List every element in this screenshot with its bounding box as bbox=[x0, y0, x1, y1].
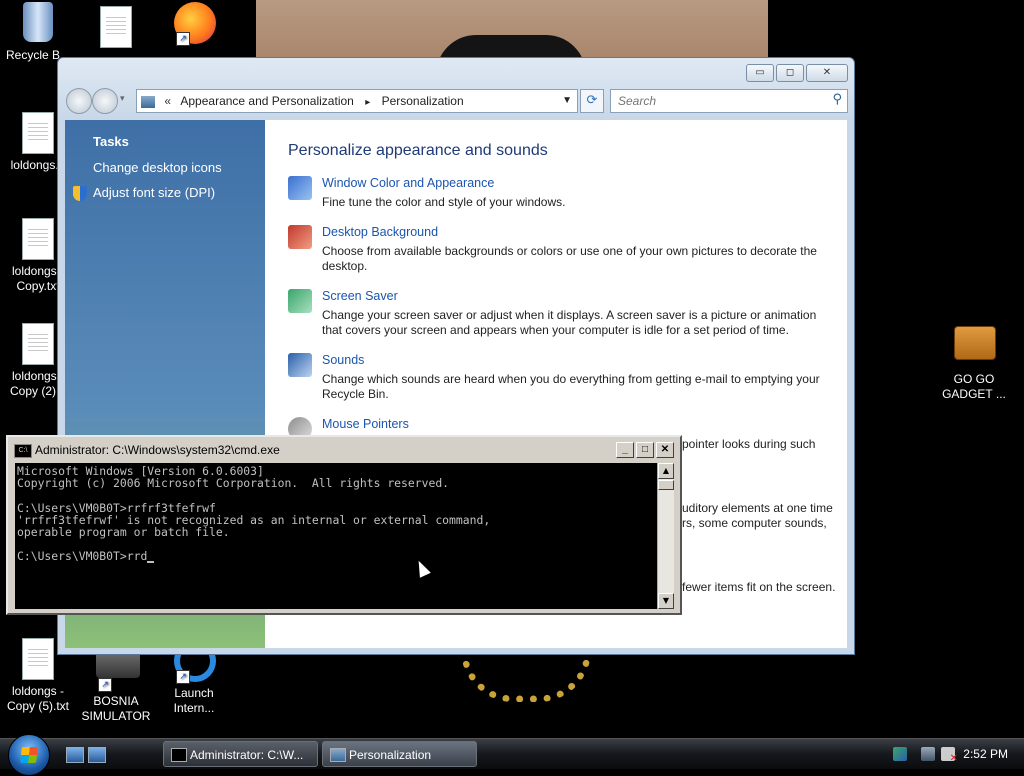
show-desktop-icon[interactable] bbox=[66, 747, 84, 763]
taskbar-button-cmd[interactable]: Administrator: C:\W... bbox=[163, 741, 318, 767]
item-description: Fine tune the color and style of your wi… bbox=[322, 195, 566, 209]
cmd-title: Administrator: C:\Windows\system32\cmd.e… bbox=[35, 443, 280, 457]
clock[interactable]: 2:52 PM bbox=[963, 739, 1008, 769]
hidden-description-partial: rs, some computer sounds, bbox=[682, 516, 827, 530]
item-link[interactable]: Sounds bbox=[322, 353, 364, 367]
control-panel-icon bbox=[330, 748, 346, 762]
page-title: Personalize appearance and sounds bbox=[288, 142, 548, 159]
cmd-console[interactable]: Microsoft Windows [Version 6.0.6003] Copy… bbox=[15, 463, 657, 609]
item-description: Change your screen saver or adjust when … bbox=[322, 308, 817, 337]
forward-button[interactable] bbox=[92, 88, 118, 114]
text-file-icon bbox=[22, 323, 54, 365]
console-line: Copyright (c) 2006 Microsoft Corporation… bbox=[17, 476, 450, 491]
hidden-description-partial: uditory elements at one time bbox=[682, 501, 833, 515]
cmd-scrollbar[interactable]: ▲ ▼ bbox=[657, 463, 674, 609]
cmd-titlebar[interactable]: C:\ Administrator: C:\Windows\system32\cm… bbox=[10, 439, 678, 461]
minimize-button[interactable]: ▭ bbox=[746, 64, 774, 82]
hidden-description-partial: fewer items fit on the screen. bbox=[682, 580, 836, 594]
console-line: C:\Users\VM0B0T>rrd bbox=[17, 549, 148, 564]
back-button[interactable] bbox=[66, 88, 92, 114]
start-button[interactable] bbox=[8, 734, 50, 776]
cmd-close-button[interactable]: ✕ bbox=[656, 442, 674, 458]
desktop-icon-label: BOSNIA SIMULATOR bbox=[81, 694, 151, 723]
text-file-icon bbox=[22, 218, 54, 260]
console-line: operable program or batch file. bbox=[17, 525, 230, 539]
search-icon[interactable]: ⚲ bbox=[832, 92, 842, 107]
cmd-icon bbox=[171, 748, 187, 762]
mouse-pointers-description-partial: pointer looks during such bbox=[682, 437, 816, 451]
text-file-icon bbox=[22, 638, 54, 680]
search-box[interactable]: ⚲ bbox=[610, 89, 848, 113]
item-description: Choose from available backgrounds or col… bbox=[322, 244, 817, 273]
windows-update-icon[interactable] bbox=[893, 747, 907, 761]
text-file-icon bbox=[100, 6, 132, 48]
desktop-icon-text-file[interactable] bbox=[78, 6, 154, 52]
shortcut-arrow-icon: ↗ bbox=[176, 670, 190, 684]
cmd-window-controls: _ □ ✕ bbox=[616, 442, 674, 458]
cmd-icon: C:\ bbox=[14, 443, 32, 458]
desktop-icon-label: Launch Intern... bbox=[173, 686, 215, 715]
recycle-bin-icon bbox=[23, 2, 53, 42]
item-link[interactable]: Window Color and Appearance bbox=[322, 176, 494, 190]
wallpaper-gold-chain bbox=[461, 650, 591, 702]
briefcase-icon bbox=[954, 326, 996, 360]
cmd-window[interactable]: C:\ Administrator: C:\Windows\system32\cm… bbox=[6, 435, 682, 615]
refresh-icon: ⟳ bbox=[586, 93, 598, 108]
sounds-icon bbox=[288, 353, 312, 377]
desktop-icon-label: loldongs - Copy (5).txt bbox=[6, 684, 69, 713]
item-link[interactable]: Mouse Pointers bbox=[322, 417, 409, 431]
desktop-icon-label: GO GO GADGET ... bbox=[942, 372, 1006, 401]
address-bar[interactable]: « Appearance and Personalization ▸ Perso… bbox=[136, 89, 578, 113]
window-color-icon bbox=[288, 176, 312, 200]
task-adjust-font-size[interactable]: Adjust font size (DPI) bbox=[93, 185, 215, 200]
item-link[interactable]: Desktop Background bbox=[322, 225, 438, 239]
shortcut-arrow-icon: ↗ bbox=[98, 678, 112, 692]
desktop-icon-go-go-gadget[interactable]: GO GO GADGET ... bbox=[936, 318, 1012, 402]
recent-pages-dropdown-icon[interactable]: ▾ bbox=[120, 94, 125, 104]
refresh-button[interactable]: ⟳ bbox=[580, 89, 604, 113]
address-dropdown-icon[interactable]: ▼ bbox=[562, 90, 572, 112]
scroll-up-icon[interactable]: ▲ bbox=[658, 463, 674, 479]
breadcrumb-separator-icon[interactable]: ▸ bbox=[365, 92, 370, 114]
network-icon[interactable] bbox=[921, 747, 935, 761]
taskbar-button-label: Administrator: C:\W... bbox=[190, 748, 304, 762]
cmd-minimize-button[interactable]: _ bbox=[616, 442, 634, 458]
breadcrumb-chevron-icon[interactable]: « bbox=[164, 90, 171, 112]
scroll-down-icon[interactable]: ▼ bbox=[658, 593, 674, 609]
cmd-maximize-button[interactable]: □ bbox=[636, 442, 654, 458]
console-prompt-line: C:\Users\VM0B0T>rrd bbox=[17, 549, 655, 564]
item-description: Change which sounds are heard when you d… bbox=[322, 372, 820, 401]
shortcut-arrow-icon: ↗ bbox=[176, 32, 190, 46]
desktop-background-icon bbox=[288, 225, 312, 249]
control-panel-icon bbox=[141, 95, 155, 108]
maximize-button[interactable]: ◻ bbox=[776, 64, 804, 82]
task-change-desktop-icons[interactable]: Change desktop icons bbox=[93, 160, 222, 175]
window-controls: ▭ ◻ ✕ bbox=[746, 64, 848, 82]
screen-saver-icon bbox=[288, 289, 312, 313]
uac-shield-icon bbox=[73, 186, 87, 201]
taskbar: Administrator: C:\W... Personalization ✕… bbox=[0, 734, 1024, 776]
text-file-icon bbox=[22, 112, 54, 154]
breadcrumb-appearance-personalization[interactable]: Appearance and Personalization bbox=[180, 90, 353, 112]
desktop-icon-firefox[interactable]: ↗ bbox=[156, 2, 232, 48]
volume-muted-icon[interactable]: ✕ bbox=[941, 747, 958, 764]
switch-windows-icon[interactable] bbox=[88, 747, 106, 763]
text-cursor bbox=[147, 551, 155, 563]
close-button[interactable]: ✕ bbox=[806, 64, 848, 82]
breadcrumb-personalization[interactable]: Personalization bbox=[382, 90, 464, 112]
search-input[interactable] bbox=[616, 93, 820, 109]
navigation-bar: ▾ « Appearance and Personalization ▸ Per… bbox=[66, 88, 848, 114]
taskbar-button-label: Personalization bbox=[349, 748, 432, 762]
console-line: C:\Users\VM0B0T>rrfrf3tfefrwf bbox=[17, 500, 216, 515]
scroll-thumb[interactable] bbox=[658, 480, 674, 490]
desktop-icon-recycle-bin[interactable]: Recycle B... bbox=[0, 2, 76, 63]
tasks-heading: Tasks bbox=[93, 134, 129, 149]
taskbar-button-personalization[interactable]: Personalization bbox=[322, 741, 477, 767]
item-link[interactable]: Screen Saver bbox=[322, 289, 398, 303]
